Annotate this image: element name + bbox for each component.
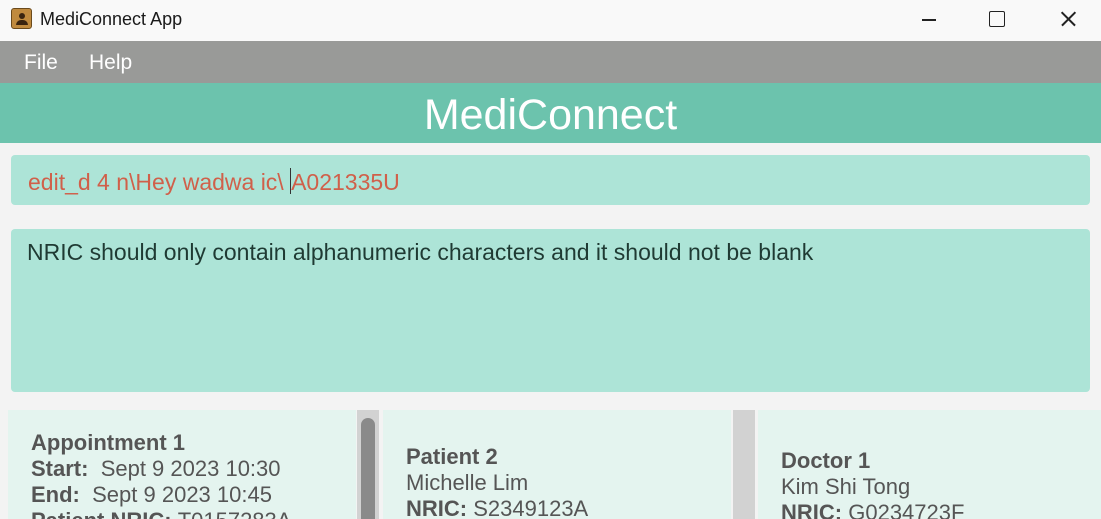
appointment-list-panel[interactable]: Appointment 1 Start: Sept 9 2023 10:30 E… [8, 410, 356, 519]
menu-help[interactable]: Help [89, 51, 132, 75]
command-text-before-caret: edit_d 4 n\Hey wadwa ic\ [28, 169, 291, 195]
result-display[interactable]: NRIC should only contain alphanumeric ch… [11, 229, 1090, 392]
doctor-list-panel[interactable]: Doctor 1 Kim Shi Tong NRIC: G0234723F [758, 410, 1101, 519]
appointment-title: Appointment 1 [31, 430, 185, 455]
banner-title: MediConnect [423, 91, 678, 139]
patient-nric-value: S2349123A [473, 496, 589, 519]
result-message: NRIC should only contain alphanumeric ch… [27, 239, 814, 265]
doctor-nric: NRIC: G0234723F [781, 500, 964, 519]
appointment-start: Start: Sept 9 2023 10:30 [31, 456, 281, 482]
command-text-after-caret: A021335U [291, 169, 400, 195]
patient-list-panel[interactable]: Patient 2 Michelle Lim NRIC: S2349123A [383, 410, 731, 519]
menu-file[interactable]: File [24, 51, 58, 75]
end-value: Sept 9 2023 10:45 [92, 482, 272, 507]
patient-nric-label: NRIC: [406, 496, 468, 519]
patient-nric: NRIC: S2349123A [406, 496, 588, 519]
appointment-scrollbar-thumb[interactable] [361, 418, 375, 519]
patient-nric-value: T0157283A [178, 508, 292, 519]
end-label: End: [31, 482, 80, 507]
doctor-name: Kim Shi Tong [781, 474, 911, 499]
minimize-icon[interactable] [894, 0, 964, 41]
start-value: Sept 9 2023 10:30 [100, 456, 281, 481]
patient-scrollbar[interactable] [733, 410, 755, 519]
doctor-nric-label: NRIC: [781, 500, 843, 519]
patient-title: Patient 2 [406, 444, 498, 469]
app-contact-icon [11, 8, 32, 29]
appointment-end: End: Sept 9 2023 10:45 [31, 482, 272, 508]
doctor-title: Doctor 1 [781, 448, 871, 473]
app-banner: MediConnect [0, 83, 1101, 143]
patient-name: Michelle Lim [406, 470, 529, 495]
window-title: MediConnect App [40, 9, 183, 29]
menu-bar: File Help [0, 41, 1101, 83]
command-text[interactable]: edit_d 4 n\Hey wadwa ic\ A021335U [28, 168, 400, 196]
maximize-icon[interactable] [961, 0, 1031, 41]
close-icon[interactable] [1032, 0, 1101, 41]
command-input[interactable]: edit_d 4 n\Hey wadwa ic\ A021335U [11, 155, 1090, 205]
doctor-nric-value: G0234723F [848, 500, 965, 519]
title-bar: MediConnect App [0, 0, 1101, 41]
appointment-patient-nric: Patient NRIC: T0157283A [31, 508, 291, 519]
patient-nric-label: Patient NRIC: [31, 508, 172, 519]
start-label: Start: [31, 456, 89, 481]
